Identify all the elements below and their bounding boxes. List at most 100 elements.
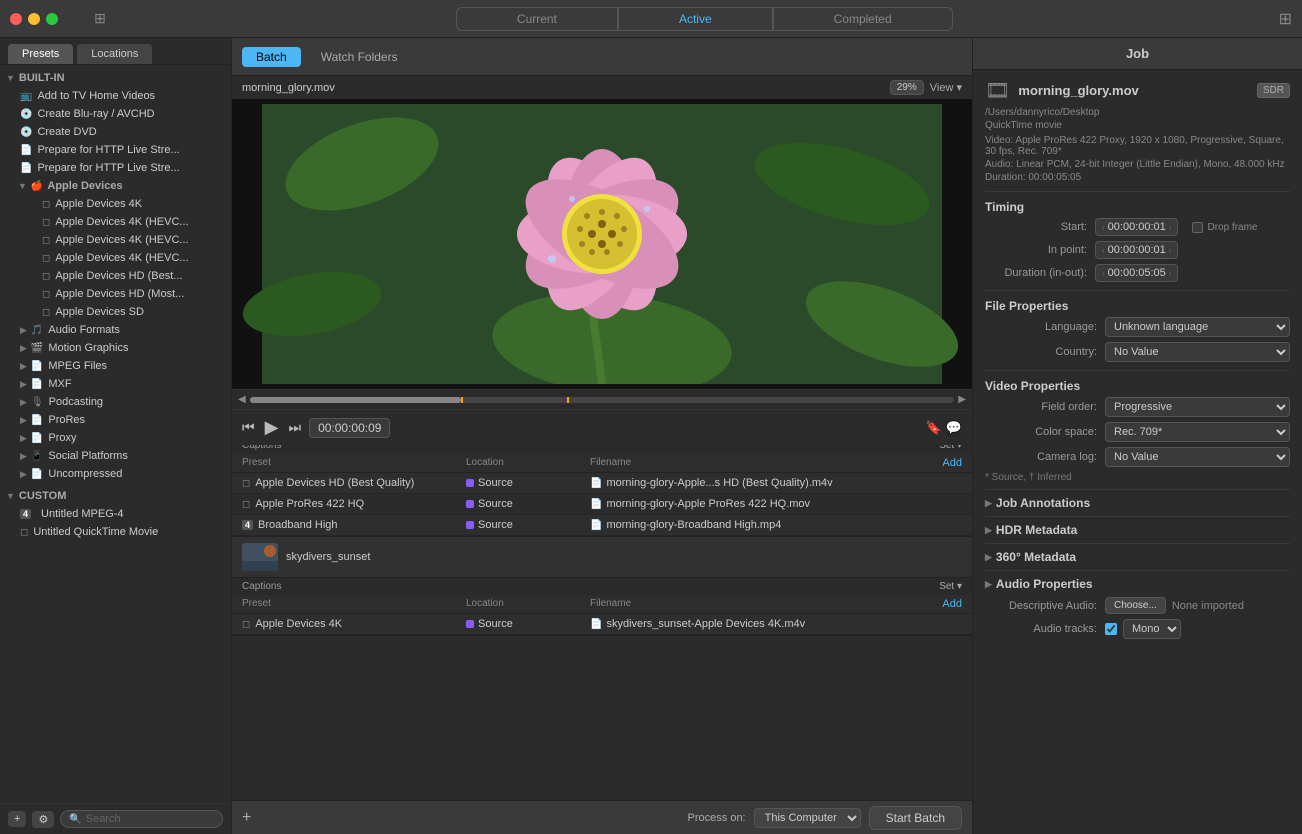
country-select[interactable]: No Value [1105,342,1290,362]
360-metadata-title[interactable]: ▶ 360° Metadata [985,550,1290,564]
chevron-left-icon-2[interactable]: ‹ [1102,246,1105,255]
sidebar-item-podcasting[interactable]: ▶ 🎙 Podcasting [0,393,231,411]
sidebar-tab-presets[interactable]: Presets [8,44,73,64]
timing-start-row: Start: ‹ 00:00:00:01 › Drop frame [985,218,1290,236]
sidebar-item-apple-sd[interactable]: ◻ Apple Devices SD [0,303,231,321]
add-item-button[interactable]: + [242,809,251,827]
play-button[interactable]: ▶ [265,417,279,438]
chevron-right-icon-2[interactable]: › [1169,246,1172,255]
preset-row-skydivers-1[interactable]: ◻ Apple Devices 4K Source 📄 skydivers_su… [232,614,972,635]
sidebar-toggle-icon[interactable]: ⊞ [94,10,106,27]
sidebar-item-apple-4k-hevc3[interactable]: ◻ Apple Devices 4K (HEVC... [0,249,231,267]
sidebar-item-apple-4k-hevc1[interactable]: ◻ Apple Devices 4K (HEVC... [0,213,231,231]
drop-frame-checkbox[interactable] [1192,222,1203,233]
chevron-left-icon-3[interactable]: ‹ [1102,269,1105,278]
sidebar-item-mxf[interactable]: ▶ 📄 MXF [0,375,231,393]
bookmark-button[interactable]: 🔖 [926,420,942,436]
chevron-left-icon[interactable]: ‹ [1102,223,1105,232]
sidebar-tab-locations[interactable]: Locations [77,44,152,64]
sidebar: Presets Locations ▼ BUILT-IN 📺 Add to TV… [0,38,232,834]
sidebar-item-mpeg[interactable]: ▶ 📄 MPEG Files [0,357,231,375]
job-annotations-title[interactable]: ▶ Job Annotations [985,496,1290,510]
sidebar-item-motion-graphics[interactable]: ▶ 🎬 Motion Graphics [0,339,231,357]
tab-watch-folders[interactable]: Watch Folders [307,47,412,67]
sidebar-section-custom[interactable]: ▼ CUSTOM [0,487,231,505]
descriptive-audio-label: Descriptive Audio: [985,600,1105,612]
tab-active[interactable]: Active [618,7,773,31]
presets-add-button-2[interactable]: Add [942,598,962,610]
add-preset-button[interactable]: + [8,811,26,827]
right-panel: Job 🎞 morning_glory.mov SDR /Users/danny… [972,38,1302,834]
preset-row-1[interactable]: ◻ Apple Devices HD (Best Quality) Source… [232,473,972,494]
sidebar-item-bluray[interactable]: 💿 Create Blu-ray / AVCHD [0,105,231,123]
process-select[interactable]: This Computer [754,808,861,828]
timing-inpoint-value[interactable]: ‹ 00:00:00:01 › [1095,241,1178,259]
sdr-badge: SDR [1257,83,1290,98]
tab-batch[interactable]: Batch [242,47,301,67]
sidebar-item-http2[interactable]: 📄 Prepare for HTTP Live Stre... [0,159,231,177]
sidebar-item-dvd[interactable]: 💿 Create DVD [0,123,231,141]
field-order-select[interactable]: Progressive [1105,397,1290,417]
device-icon: ◻ [42,217,50,228]
skip-back-button[interactable]: ⏮ [242,419,255,436]
maximize-button[interactable] [46,13,58,25]
process-label: Process on: [688,812,746,824]
timeline-end-icon[interactable]: ▶ [958,394,966,405]
sidebar-item-apple-hd-best[interactable]: ◻ Apple Devices HD (Best... [0,267,231,285]
sidebar-item-quicktime[interactable]: ◻ Untitled QuickTime Movie [0,523,231,541]
sidebar-section-apple[interactable]: ▼ 🍎 Apple Devices [0,177,231,195]
view-button[interactable]: View ▾ [930,81,962,94]
location-dot-sky [466,620,474,628]
chevron-right-icon-3[interactable]: › [1169,269,1172,278]
grid-icon[interactable]: ⊞ [1279,9,1292,29]
gear-button[interactable]: ⚙ [32,811,54,828]
timeline-start-icon[interactable]: ◀ [238,394,246,405]
close-button[interactable] [10,13,22,25]
choose-button[interactable]: Choose... [1105,597,1166,614]
time-display[interactable]: 00:00:00:09 [309,418,390,438]
start-batch-button[interactable]: Start Batch [869,806,962,830]
sidebar-item-add-tv[interactable]: 📺 Add to TV Home Videos [0,87,231,105]
preset-row-2[interactable]: ◻ Apple ProRes 422 HQ Source 📄 morning-g… [232,494,972,515]
preset-row-3[interactable]: 4 Broadband High Source 📄 morning-glory-… [232,515,972,536]
sidebar-item-apple-4k-hevc2[interactable]: ◻ Apple Devices 4K (HEVC... [0,231,231,249]
zoom-level[interactable]: 29% [890,80,924,95]
sidebar-item-audio-formats[interactable]: ▶ 🎵 Audio Formats [0,321,231,339]
audio-tracks-label: Audio tracks: [985,623,1105,635]
sidebar-item-http1[interactable]: 📄 Prepare for HTTP Live Stre... [0,141,231,159]
set-button-2[interactable]: Set ▾ [939,581,962,592]
tab-completed[interactable]: Completed [773,7,953,31]
audio-tracks-checkbox[interactable] [1105,623,1117,635]
batch-item-row-skydivers[interactable]: skydivers_sunset [232,537,972,577]
sidebar-item-prores[interactable]: ▶ 📄 ProRes [0,411,231,429]
chevron-right-icon: ▶ [20,361,27,372]
minimize-button[interactable] [28,13,40,25]
sidebar-item-uncompressed[interactable]: ▶ 📄 Uncompressed [0,465,231,483]
speech-button[interactable]: 💬 [946,420,962,436]
language-select[interactable]: Unknown language [1105,317,1290,337]
timing-start-value[interactable]: ‹ 00:00:00:01 › [1095,218,1178,236]
camera-log-row: Camera log: No Value [985,447,1290,467]
hdr-metadata-title[interactable]: ▶ HDR Metadata [985,523,1290,537]
sidebar-section-builtin[interactable]: ▼ BUILT-IN [0,69,231,87]
audio-properties-title[interactable]: ▶ Audio Properties [985,577,1290,591]
search-box[interactable]: 🔍 Search [60,810,223,828]
preset-4-badge: 4 [242,520,253,530]
presets-add-button-1[interactable]: Add [942,457,962,469]
tab-current[interactable]: Current [456,7,618,31]
podcast-icon: 🎙 [31,397,44,408]
camera-log-select[interactable]: No Value [1105,447,1290,467]
timeline-track[interactable] [250,397,955,403]
audio-track-controls: Choose... None imported [1105,597,1244,614]
sidebar-item-apple-4k[interactable]: ◻ Apple Devices 4K [0,195,231,213]
batch-thumb-skydivers [242,543,278,571]
color-space-select[interactable]: Rec. 709* [1105,422,1290,442]
sidebar-item-mpeg4[interactable]: 4 Untitled MPEG-4 [0,505,231,523]
sidebar-item-proxy[interactable]: ▶ 📄 Proxy [0,429,231,447]
chevron-right-icon[interactable]: › [1169,223,1172,232]
sidebar-item-social-platforms[interactable]: ▶ 📱 Social Platforms [0,447,231,465]
sidebar-item-apple-hd-most[interactable]: ◻ Apple Devices HD (Most... [0,285,231,303]
timing-duration-value[interactable]: ‹ 00:00:05:05 › [1095,264,1178,282]
audio-tracks-select[interactable]: Mono [1123,619,1181,639]
skip-forward-button[interactable]: ⏭ [288,419,301,436]
